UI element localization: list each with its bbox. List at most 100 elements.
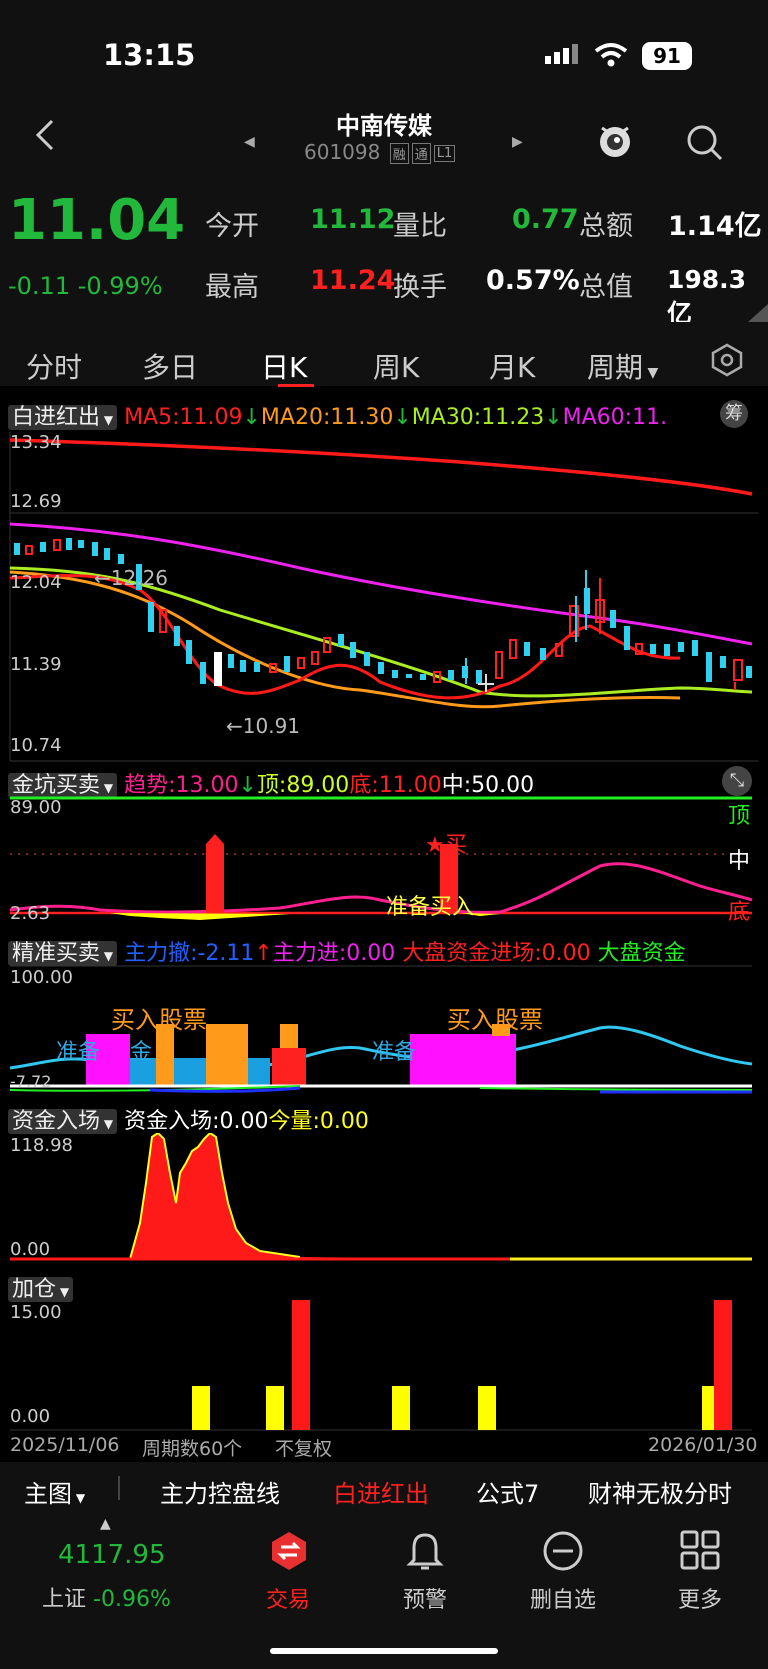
high-point-value: 12.26 [110, 566, 169, 590]
wifi-icon [594, 42, 628, 72]
main-enter-value: 主力进:0.00 [272, 941, 396, 966]
panel5-header: 加仓 ▼ [8, 1271, 74, 1303]
chevron-up-icon[interactable]: ▲ [100, 1516, 111, 1532]
tab-weekly-k[interactable]: 周K [373, 346, 419, 386]
nav-alert[interactable]: 预警 [375, 1582, 475, 1614]
turnover-label: 换手 [393, 272, 447, 303]
candlestick-chart[interactable] [0, 430, 768, 762]
down-arrow-icon: ↓ [238, 773, 257, 798]
panel3-ytop: 100.00 [10, 967, 73, 988]
amount-value: 1.14亿 [668, 211, 762, 242]
y-label-4: 11.39 [10, 654, 62, 675]
chevron-down-icon: ▼ [100, 1117, 114, 1131]
nav-remove-watchlist[interactable]: 删自选 [513, 1582, 613, 1614]
panel2-ybot: 2.63 [10, 903, 51, 924]
prepare-label-1b: 金 [130, 1040, 153, 1065]
low-point-label: ←10.91 [226, 714, 301, 738]
search-icon[interactable] [686, 124, 724, 166]
bottom-value: 底:11.00 [349, 773, 442, 798]
jinkeng-chart [9, 796, 753, 920]
candles [14, 538, 752, 692]
clock: 13:15 [103, 38, 196, 72]
trade-icon[interactable] [268, 1530, 310, 1576]
chevron-down-icon: ▼ [100, 413, 114, 427]
main-retreat-value: 主力撤:-2.11 [124, 941, 255, 966]
chip-button[interactable]: 筹 [720, 400, 748, 428]
panel2-select[interactable]: 金坑买卖 ▼ [8, 773, 118, 798]
ma120-line [9, 438, 753, 496]
today-volume-value: 今量:0.00 [268, 1109, 369, 1134]
tab-daily-k[interactable]: 日K [261, 346, 307, 386]
axis-adjust-mode[interactable]: 不复权 [275, 1434, 332, 1461]
prev-stock-icon[interactable]: ◀ [244, 134, 255, 150]
panel4-ytop: 118.98 [10, 1135, 73, 1156]
down-arrow-icon: ↓ [393, 405, 412, 430]
panel4-header: 资金入场 ▼ 资金入场:0.00今量:0.00 [8, 1103, 369, 1135]
tag-level: L1 [433, 145, 456, 162]
tab-monthly-k[interactable]: 月K [489, 346, 535, 386]
buy-signal: ★买 [425, 833, 467, 858]
signal-icon [545, 44, 581, 72]
chevron-down-icon: ▼ [100, 781, 114, 795]
main-chart-label: 主图 [24, 1480, 72, 1508]
battery-indicator: 91 [642, 42, 692, 70]
axis-start-date: 2025/11/06 [10, 1434, 120, 1456]
bell-icon[interactable] [406, 1530, 444, 1576]
panel4-name: 资金入场 [12, 1109, 101, 1134]
panel2-name: 金坑买卖 [12, 773, 101, 798]
main-indicator-label: 白进红出 [12, 405, 101, 430]
nav-trade[interactable]: 交易 [238, 1582, 338, 1614]
home-indicator [270, 1648, 498, 1654]
axis-period-count: 周期数60个 [142, 1438, 243, 1460]
buy-stock-label-1: 买入股票 [111, 1006, 207, 1034]
panel5-select[interactable]: 加仓 ▼ [8, 1277, 74, 1302]
chevron-down-icon: ▼ [72, 1491, 86, 1505]
fullscreen-icon[interactable]: ⤡ [722, 766, 752, 796]
open-value: 11.12 [310, 204, 396, 235]
nav-more[interactable]: 更多 [650, 1582, 750, 1614]
amount-label: 总额 [579, 211, 633, 242]
panel2-label-top: 顶 [728, 804, 751, 829]
active-tab-underline [278, 384, 314, 387]
main-chart-select[interactable]: 主图 ▼ [24, 1474, 85, 1509]
indicator-main-control[interactable]: 主力控盘线 [160, 1474, 280, 1509]
prepare-buy-label: 准备买入 [386, 895, 475, 920]
remove-circle-icon[interactable] [542, 1530, 584, 1576]
low-point-value: 10.91 [242, 714, 301, 738]
trend-value: 趋势:13.00 [124, 773, 239, 798]
grid-icon[interactable] [680, 1530, 720, 1574]
ma60-value: MA60:11. [562, 405, 668, 430]
indicator-white-red[interactable]: 白进红出 [333, 1474, 429, 1509]
panel5-ytop: 15.00 [10, 1302, 62, 1323]
ma5-value: MA5:11.09 [124, 405, 243, 430]
down-arrow-icon: ↓ [544, 405, 563, 430]
index-row: 上证 -0.96% [42, 1581, 171, 1613]
main-indicator-select[interactable]: 白进红出 ▼ [8, 405, 118, 430]
axis-end-date: 2026/01/30 [648, 1434, 758, 1456]
index-change: -0.96% [93, 1587, 171, 1612]
settings-hex-icon[interactable] [710, 343, 744, 381]
index-value[interactable]: 4117.95 [58, 1540, 166, 1570]
fund-entry-value: 资金入场:0.00 [124, 1109, 269, 1134]
open-label: 今开 [205, 211, 259, 242]
last-price: 11.04 [8, 188, 186, 253]
indicator-caishen[interactable]: 财神无极分时 [588, 1474, 732, 1509]
price-change: -0.11 -0.99% [8, 272, 163, 300]
panel3-name: 精准买卖 [12, 941, 101, 966]
indicator-formula7[interactable]: 公式7 [476, 1474, 539, 1509]
panel3-select[interactable]: 精准买卖 ▼ [8, 941, 118, 966]
corner-fold-icon[interactable] [748, 304, 768, 322]
tab-multiday[interactable]: 多日 [142, 346, 198, 386]
tab-intraday[interactable]: 分时 [26, 346, 82, 386]
divider [118, 1476, 120, 1500]
high-point-label: ←12.26 [94, 566, 169, 590]
mascot-icon[interactable] [596, 120, 634, 164]
down-arrow-icon: ↓ [242, 405, 261, 430]
next-stock-icon[interactable]: ▶ [512, 134, 523, 150]
tab-period[interactable]: 周期 ▼ [587, 346, 658, 386]
prepare-label-2: 准备 [372, 1040, 417, 1065]
y-label-3: 12.04 [10, 572, 62, 593]
panel4-select[interactable]: 资金入场 ▼ [8, 1109, 118, 1134]
panel5-ybot: 0.00 [10, 1406, 51, 1427]
ma20-line [9, 570, 681, 709]
